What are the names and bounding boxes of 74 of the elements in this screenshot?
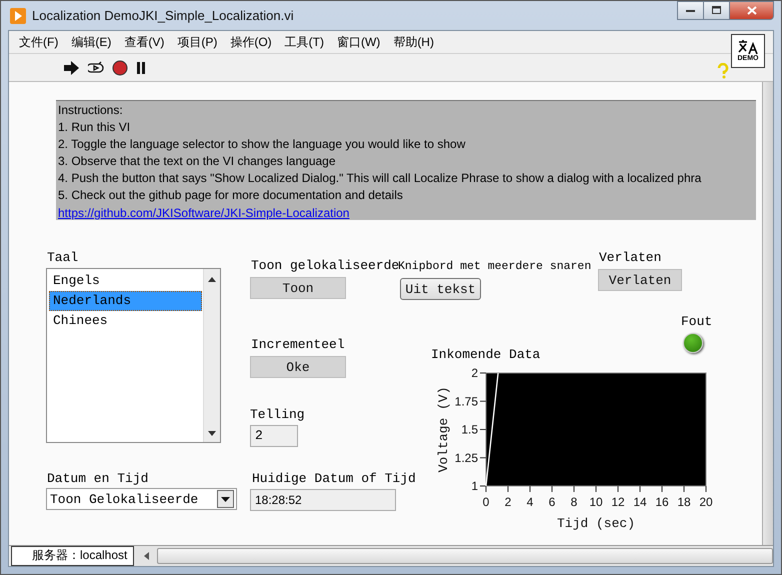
show-dialog-label: Toon gelokaliseerde bbox=[251, 258, 400, 274]
instruction-text: Instructions: bbox=[58, 102, 124, 119]
instruction-text: 2. Toggle the language selector to show the language you would like to show bbox=[58, 136, 466, 153]
x-tick-label: 18 bbox=[677, 495, 691, 509]
x-tick-label: 4 bbox=[526, 495, 534, 509]
stop-icon[interactable] bbox=[112, 60, 128, 76]
language-item[interactable]: Engels bbox=[49, 271, 202, 291]
x-tick-label: 8 bbox=[570, 495, 578, 509]
quit-label: Verlaten bbox=[599, 250, 662, 266]
dropdown-arrow-icon bbox=[221, 496, 230, 502]
menu-item[interactable]: 文件(F) bbox=[17, 34, 66, 50]
y-tick-label: 2 bbox=[471, 366, 478, 380]
instruction-text: 3. Observe that the text on the VI changes language bbox=[58, 153, 337, 170]
language-listbox[interactable]: Engels Nederlands Chinees bbox=[46, 268, 221, 443]
menu-item[interactable]: 项目(P) bbox=[175, 34, 224, 50]
y-tick-label: 1 bbox=[471, 479, 478, 493]
error-label: Fout bbox=[681, 314, 712, 330]
ok-button[interactable]: Oke bbox=[250, 356, 346, 378]
run-arrow-icon[interactable] bbox=[64, 60, 80, 74]
x-tick-label: 20 bbox=[699, 495, 713, 509]
list-scrollbar[interactable] bbox=[203, 269, 220, 442]
scroll-up-icon[interactable] bbox=[208, 277, 216, 282]
y-tick-label: 1.25 bbox=[454, 450, 478, 465]
y-tick-label: 1.5 bbox=[461, 422, 478, 436]
status-text: 服务器：localhost bbox=[11, 546, 134, 566]
language-label: Taal bbox=[47, 250, 78, 266]
quit-button[interactable]: Verlaten bbox=[598, 269, 682, 291]
x-tick-label: 16 bbox=[655, 495, 669, 509]
incremental-label: Incrementeel bbox=[251, 337, 345, 353]
current-datetime-field: 18:28:52 bbox=[250, 489, 396, 511]
from-text-button[interactable]: Uit tekst bbox=[400, 278, 481, 300]
run-continuously-icon[interactable] bbox=[88, 60, 104, 74]
minimize-icon bbox=[686, 8, 696, 12]
x-tick-label: 0 bbox=[482, 495, 490, 509]
count-field: 2 bbox=[250, 425, 298, 447]
scroll-down-icon[interactable] bbox=[208, 431, 216, 436]
instruction-text: 5. Check out the github page for more documentation and details bbox=[58, 187, 404, 204]
language-item[interactable]: Nederlands bbox=[49, 291, 202, 311]
vertical-scrollbar[interactable] bbox=[762, 82, 773, 545]
x-axis-title: Tijd (sec) bbox=[557, 516, 635, 531]
datetime-format-label: Datum en Tijd bbox=[47, 471, 148, 487]
menu-item[interactable]: 帮助(H) bbox=[391, 34, 441, 50]
instruction-text: 4. Push the button that says "Show Localized Dialog." This will call Localize Phrase to show a dialog with a localized phra bbox=[58, 170, 702, 187]
x-tick-label: 2 bbox=[504, 495, 512, 509]
menu-item[interactable]: 编辑(E) bbox=[69, 34, 118, 50]
instruction-text: 1. Run this VI bbox=[58, 119, 132, 136]
menu-item[interactable]: 操作(O) bbox=[228, 34, 279, 50]
pause-icon[interactable] bbox=[136, 62, 146, 74]
maximize-icon bbox=[712, 6, 722, 15]
graph-label: Inkomende Data bbox=[431, 347, 540, 363]
menu-item[interactable]: 窗口(W) bbox=[334, 34, 388, 50]
y-axis-title: Voltage (V) bbox=[436, 386, 451, 472]
language-item[interactable]: Chinees bbox=[49, 311, 202, 331]
github-link[interactable]: https://github.com/JKISoftware/JKI-Simple-Localization bbox=[58, 206, 350, 220]
close-button[interactable] bbox=[729, 1, 774, 20]
x-tick-label: 12 bbox=[611, 495, 625, 509]
x-tick-label: 10 bbox=[589, 495, 603, 509]
maximize-button[interactable] bbox=[703, 1, 730, 20]
window-title: Localization DemoJKI_Simple_Localization.vi bbox=[32, 8, 294, 23]
y-tick-label: 1.75 bbox=[454, 394, 478, 408]
x-tick-label: 6 bbox=[548, 495, 556, 509]
minimize-button[interactable] bbox=[677, 1, 704, 20]
menu-item[interactable]: 工具(T) bbox=[282, 34, 331, 50]
x-tick-label: 14 bbox=[633, 495, 647, 509]
show-button[interactable]: Toon bbox=[250, 277, 346, 299]
horizontal-scrollbar[interactable] bbox=[134, 546, 773, 566]
menu-item[interactable]: 查看(V) bbox=[122, 34, 172, 50]
close-icon bbox=[746, 6, 756, 15]
datetime-format-dropdown[interactable]: Toon Gelokaliseerde bbox=[46, 488, 237, 510]
clipboard-label: Knipbord met meerdere snaren bbox=[398, 260, 592, 275]
app-icon bbox=[10, 8, 26, 24]
current-datetime-label: Huidige Datum of Tijd bbox=[252, 471, 416, 487]
count-label: Telling bbox=[250, 407, 305, 423]
scroll-left-icon[interactable] bbox=[144, 552, 150, 560]
